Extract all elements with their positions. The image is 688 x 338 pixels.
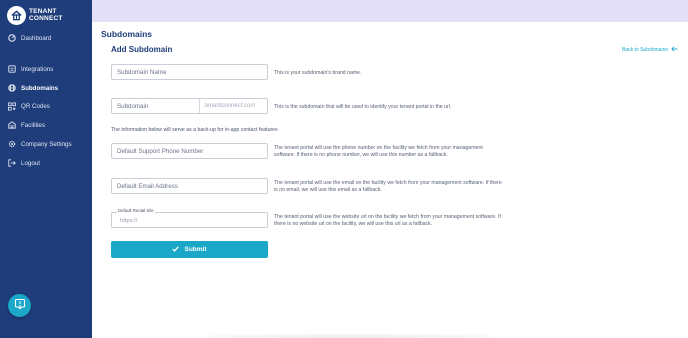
rental-site-input[interactable]: Default Rental Site https://	[111, 208, 268, 228]
dashboard-icon	[8, 34, 16, 42]
back-link-label: Back to Subdomains	[622, 47, 668, 53]
sidebar-item-label: Dashboard	[21, 34, 52, 42]
sidebar-item-facilities[interactable]: Facilities	[0, 117, 92, 133]
sidebar-item-label: Integrations	[21, 65, 54, 73]
subdomain-placeholder: Subdomain	[117, 103, 149, 110]
subdomain-input[interactable]: Subdomain .tenantconnect.com	[111, 98, 268, 114]
email-field[interactable]: Default Email Address	[111, 178, 268, 194]
sidebar-item-label: Facilities	[21, 121, 46, 129]
help-chat-button[interactable]	[8, 294, 31, 317]
support-phone-placeholder: Default Support Phone Number	[117, 148, 204, 155]
sidebar-item-dashboard[interactable]: Dashboard	[0, 30, 92, 46]
brand-logo[interactable]: TENANT CONNECT	[7, 6, 63, 25]
section-title: Add Subdomain	[111, 45, 173, 54]
submit-label: Submit	[184, 246, 207, 253]
integrations-icon	[8, 65, 16, 73]
rental-site-label: Default Rental Site	[117, 208, 155, 213]
subdomain-name-input[interactable]: Subdomain Name	[111, 64, 268, 80]
email-help: The tenant portal will use the email on …	[274, 180, 502, 194]
sidebar-item-company-settings[interactable]: Company Settings	[0, 136, 92, 152]
domain-suffix: .tenantconnect.com	[199, 99, 268, 113]
checkmark-icon	[172, 245, 184, 254]
logo-house-icon	[7, 6, 26, 25]
facilities-icon	[8, 121, 16, 129]
sidebar-item-logout[interactable]: Logout	[0, 155, 92, 171]
logout-icon	[8, 159, 16, 167]
sidebar-item-label: Logout	[21, 159, 40, 167]
page-title: Subdomains	[101, 29, 153, 39]
logo-text-line2: CONNECT	[29, 14, 63, 22]
subdomain-help: This is the subdomain that will be used …	[274, 104, 452, 110]
arrow-left-icon	[668, 46, 678, 54]
sidebar-item-label: Company Settings	[21, 140, 72, 148]
qr-code-icon	[8, 102, 16, 110]
subdomain-name-help: This is your subdomain's brand name.	[274, 70, 362, 76]
top-bar	[92, 0, 688, 22]
back-to-subdomains-link[interactable]: Back to Subdomains	[622, 46, 678, 54]
subdomains-icon	[8, 84, 16, 92]
sidebar-item-qr-codes[interactable]: QR Codes	[0, 98, 92, 114]
submit-button[interactable]: Submit	[111, 241, 268, 258]
support-phone-help: The tenant portal will use the phone num…	[274, 145, 483, 159]
rental-site-placeholder: https://	[120, 218, 138, 224]
subdomain-name-placeholder: Subdomain Name	[117, 69, 167, 76]
backup-note: The information below will serve as a ba…	[111, 127, 278, 133]
rental-site-help: The tenant portal will use the website u…	[274, 214, 501, 228]
sidebar-item-subdomains[interactable]: Subdomains	[0, 80, 92, 96]
support-phone-input[interactable]: Default Support Phone Number	[111, 143, 268, 159]
chat-icon	[14, 297, 26, 315]
bottom-shadow	[210, 334, 490, 338]
sidebar-item-label: QR Codes	[21, 102, 50, 110]
sidebar: TENANT CONNECT Dashboard Integrations Su…	[0, 0, 92, 338]
email-placeholder: Default Email Address	[117, 183, 178, 190]
sidebar-item-integrations[interactable]: Integrations	[0, 61, 92, 77]
sidebar-item-label: Subdomains	[21, 84, 59, 92]
gear-icon	[8, 140, 16, 148]
